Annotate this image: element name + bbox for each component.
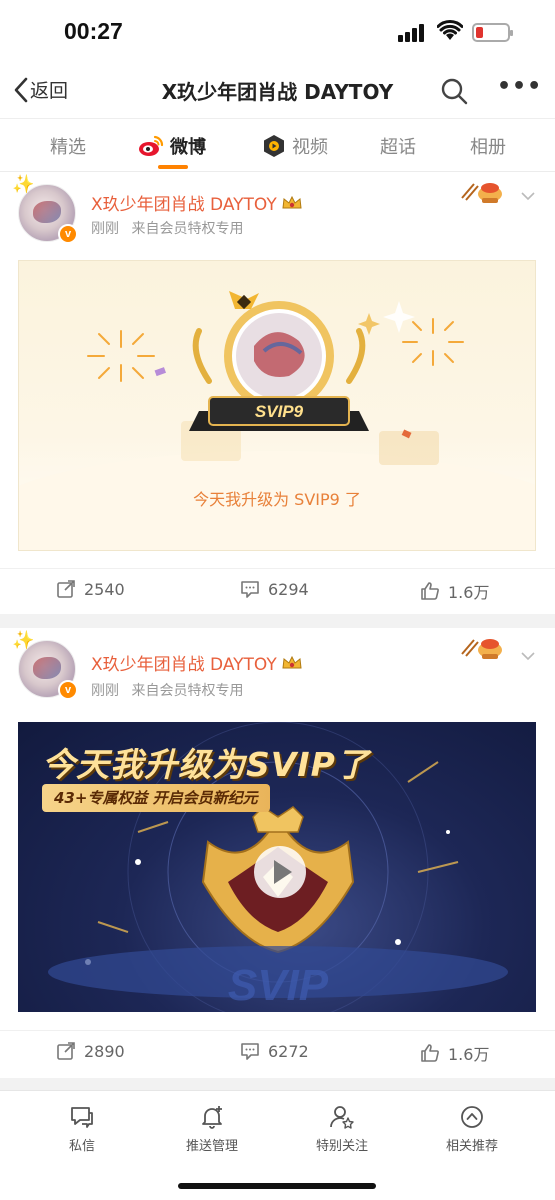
post-meta: 刚刚 来自会员特权专用	[91, 218, 243, 238]
image-caption: 今天我升级为 SVIP9 了	[193, 490, 361, 509]
cellular-signal-icon	[398, 24, 428, 42]
tab-label: 视频	[292, 137, 328, 158]
comment-icon	[241, 1043, 259, 1060]
tab-label: 微博	[170, 137, 206, 158]
bottom-item-label: 相关推荐	[445, 1139, 498, 1154]
profile-tabs: 精选 微博 视频 超话 相册	[0, 118, 555, 172]
repost-count: 2540	[84, 579, 125, 599]
compass-icon	[461, 1106, 483, 1128]
user-name-text: X玖少年团肖战 DAYTOY	[91, 655, 277, 675]
svip-badge-text: SVIP9	[255, 402, 304, 421]
bottom-item-label: 特别关注	[315, 1139, 368, 1154]
share-icon	[57, 1042, 75, 1060]
user-name[interactable]: X玖少年团肖战 DAYTOY	[91, 650, 303, 675]
comment-button[interactable]: 6272	[240, 1041, 309, 1061]
comment-count: 6272	[268, 1041, 309, 1061]
thumbs-up-icon	[421, 1044, 439, 1062]
bottom-item-label: 私信	[68, 1139, 95, 1154]
post-actions: 2890 6272 1.6万	[0, 1030, 555, 1074]
active-tab-indicator	[158, 165, 188, 169]
avatar[interactable]: ✨ v	[12, 174, 78, 244]
nav-bar: 返回 X玖少年团肖战 DAYTOY •••	[0, 64, 555, 118]
bottom-item-label: 推送管理	[185, 1139, 238, 1154]
like-count: 1.6万	[448, 1045, 490, 1064]
promo-title: 今天我升级为SVIP了	[42, 745, 370, 784]
message-icon	[71, 1107, 93, 1128]
comment-count: 6294	[268, 579, 309, 599]
repost-button[interactable]: 2540	[56, 579, 125, 599]
post-card[interactable]: ✨ v X玖少年团肖战 DAYTOY 刚刚 来自会员特权专用	[0, 628, 555, 1078]
play-button-icon[interactable]	[254, 846, 306, 898]
comment-button[interactable]: 6294	[240, 579, 309, 599]
status-bar: 00:27	[0, 0, 555, 64]
repost-count: 2890	[84, 1041, 125, 1061]
tab-label: 相册	[470, 137, 506, 158]
card-decoration-icon	[461, 183, 502, 203]
related-recommend-button[interactable]: 相关推荐	[422, 1105, 522, 1154]
verified-badge-icon: v	[58, 224, 78, 244]
weibo-logo-icon	[139, 135, 164, 156]
tab-album[interactable]: 相册	[470, 133, 506, 159]
messages-button[interactable]: 私信	[32, 1105, 132, 1154]
crown-badge-icon	[282, 195, 302, 208]
post-source: 来自会员特权专用	[131, 221, 244, 237]
tab-weibo[interactable]: 微博	[138, 133, 206, 159]
chevron-down-icon[interactable]	[520, 648, 536, 664]
post-time: 刚刚	[91, 221, 119, 237]
user-name-text: X玖少年团肖战 DAYTOY	[91, 195, 277, 215]
svg-text:SVIP: SVIP	[228, 961, 329, 1010]
share-icon	[57, 580, 75, 598]
post-image[interactable]: SVIP9 今天我升级为 SVIP9 了	[18, 260, 536, 551]
tab-featured[interactable]: 精选	[50, 133, 86, 159]
bell-icon	[202, 1106, 222, 1129]
post-time: 刚刚	[91, 683, 119, 699]
verified-badge-icon: v	[58, 680, 78, 700]
post-source: 来自会员特权专用	[131, 683, 244, 699]
tab-video[interactable]: 视频	[262, 133, 328, 159]
post-meta: 刚刚 来自会员特权专用	[91, 680, 243, 700]
battery-icon	[472, 23, 513, 42]
repost-button[interactable]: 2890	[56, 1041, 125, 1061]
user-name[interactable]: X玖少年团肖战 DAYTOY	[91, 190, 303, 215]
post-video[interactable]: SVIP 今天我升级为SVIP了 43+专属权益 开启会员新纪元	[18, 722, 536, 1012]
tab-label: 精选	[50, 137, 86, 158]
comment-icon	[241, 581, 259, 598]
post-actions: 2540 6294 1.6万	[0, 568, 555, 612]
home-indicator[interactable]	[178, 1183, 376, 1189]
avatar-frame-icon: ✨	[12, 630, 35, 651]
card-decoration-icon	[461, 639, 502, 659]
user-star-icon	[330, 1106, 354, 1129]
special-follow-button[interactable]: 特别关注	[292, 1105, 392, 1154]
tab-label: 超话	[380, 137, 416, 158]
like-count: 1.6万	[448, 583, 490, 602]
post-card[interactable]: ✨ v X玖少年团肖战 DAYTOY 刚刚 来自会员特权专用	[0, 172, 555, 614]
video-icon	[264, 135, 284, 157]
status-time: 00:27	[64, 18, 123, 44]
wifi-icon	[437, 20, 463, 40]
tab-super-topic[interactable]: 超话	[380, 133, 416, 159]
like-button[interactable]: 1.6万	[420, 579, 489, 603]
avatar[interactable]: ✨ v	[12, 630, 78, 700]
promo-subtitle: 43+专属权益 开启会员新纪元	[42, 784, 270, 812]
avatar-frame-icon: ✨	[12, 174, 35, 195]
chevron-down-icon[interactable]	[520, 188, 536, 204]
search-icon[interactable]	[440, 77, 468, 105]
thumbs-up-icon	[421, 582, 439, 600]
crown-badge-icon	[282, 655, 302, 668]
push-settings-button[interactable]: 推送管理	[162, 1105, 262, 1154]
more-icon[interactable]: •••	[497, 74, 542, 99]
page-title: X玖少年团肖战 DAYTOY	[161, 80, 394, 104]
like-button[interactable]: 1.6万	[420, 1041, 489, 1065]
